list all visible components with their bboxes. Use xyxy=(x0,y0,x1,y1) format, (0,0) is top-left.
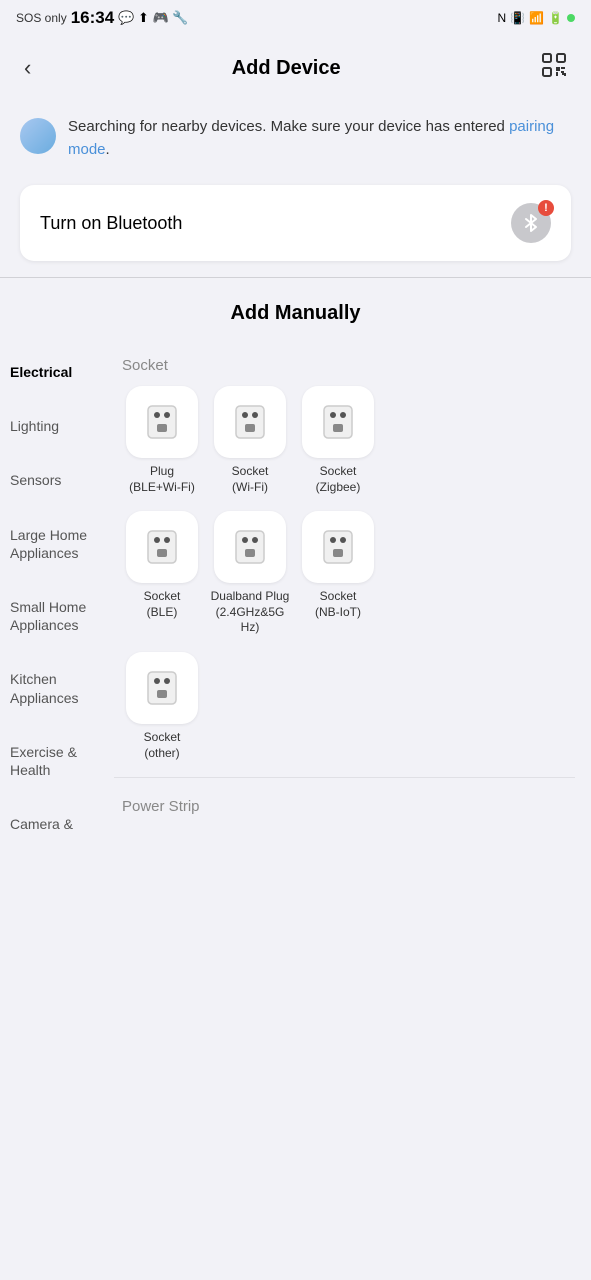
device-socket-ble[interactable]: Socket(BLE) xyxy=(122,511,202,636)
page-title: Add Device xyxy=(232,57,341,80)
socket-nb-iot-icon xyxy=(302,511,374,583)
socket-ble-label: Socket(BLE) xyxy=(144,589,181,620)
status-left: SOS only 16:34 💬 ⬆ 🎮 🔧 xyxy=(16,8,188,28)
device-socket-nb-iot[interactable]: Socket(NB-IoT) xyxy=(298,511,378,636)
socket-row-3: Socket(other) xyxy=(114,648,583,773)
socket-row-2: Socket(BLE) Dualband Plug(2.4GHz&5G Hz) xyxy=(114,507,583,648)
sidebar-item-electrical[interactable]: Electrical xyxy=(0,345,110,399)
socket-wifi-label: Socket(Wi-Fi) xyxy=(232,464,269,495)
nfc-icon: N xyxy=(497,11,506,25)
wifi-icon: 📶 xyxy=(529,11,544,25)
back-button[interactable]: ‹ xyxy=(20,51,35,85)
socket-ble-icon xyxy=(126,511,198,583)
plug-ble-wifi-icon xyxy=(126,386,198,458)
device-socket-wifi[interactable]: Socket(Wi-Fi) xyxy=(210,386,290,495)
header: ‹ Add Device xyxy=(0,36,591,100)
section-label-power-strip: Power Strip xyxy=(114,782,583,823)
sidebar-item-kitchen[interactable]: Kitchen Appliances xyxy=(0,652,110,724)
device-dualband-plug[interactable]: Dualband Plug(2.4GHz&5G Hz) xyxy=(210,511,290,636)
sidebar-item-sensors[interactable]: Sensors xyxy=(0,453,110,507)
device-socket-other[interactable]: Socket(other) xyxy=(122,652,202,761)
sidebar-item-exercise[interactable]: Exercise & Health xyxy=(0,725,110,797)
socket-nb-iot-label: Socket(NB-IoT) xyxy=(315,589,361,620)
device-socket-zigbee[interactable]: Socket(Zigbee) xyxy=(298,386,378,495)
search-spinner xyxy=(20,118,56,154)
battery-icon: 🔋 xyxy=(548,11,563,25)
search-text: Searching for nearby devices. Make sure … xyxy=(68,116,571,161)
socket-zigbee-icon xyxy=(302,386,374,458)
dualband-plug-label: Dualband Plug(2.4GHz&5G Hz) xyxy=(210,589,290,636)
section-label-socket: Socket xyxy=(114,345,583,382)
sidebar-item-lighting[interactable]: Lighting xyxy=(0,399,110,453)
plug-ble-wifi-label: Plug(BLE+Wi-Fi) xyxy=(129,464,195,495)
bluetooth-alert-badge: ! xyxy=(538,200,554,216)
socket-other-label: Socket(other) xyxy=(144,730,181,761)
sidebar-item-large-home[interactable]: Large Home Appliances xyxy=(0,508,110,580)
sidebar-item-camera[interactable]: Camera & xyxy=(0,797,110,851)
status-right: N 📳 📶 🔋 xyxy=(497,11,575,25)
vibrate-icon: 📳 xyxy=(510,11,525,25)
add-manually-title: Add Manually xyxy=(0,278,591,345)
bluetooth-label: Turn on Bluetooth xyxy=(40,213,182,234)
signal-dot xyxy=(567,14,575,22)
section-divider-power xyxy=(114,777,575,778)
search-notice: Searching for nearby devices. Make sure … xyxy=(0,100,591,177)
content-area: Electrical Lighting Sensors Large Home A… xyxy=(0,345,591,851)
sos-text: SOS only xyxy=(16,11,67,25)
status-bar: SOS only 16:34 💬 ⬆ 🎮 🔧 N 📳 📶 🔋 xyxy=(0,0,591,36)
sidebar-item-small-home[interactable]: Small Home Appliances xyxy=(0,580,110,652)
scan-button[interactable] xyxy=(537,48,571,88)
socket-other-icon xyxy=(126,652,198,724)
device-area: Socket Plug(BLE+Wi-Fi) xyxy=(110,345,591,851)
bluetooth-icon-wrap: ! xyxy=(511,203,551,243)
dualband-plug-icon xyxy=(214,511,286,583)
scan-icon xyxy=(541,52,567,78)
socket-row-1: Plug(BLE+Wi-Fi) Socket(Wi-Fi) xyxy=(114,382,583,507)
sidebar: Electrical Lighting Sensors Large Home A… xyxy=(0,345,110,851)
status-app-icons: 💬 ⬆ 🎮 🔧 xyxy=(118,10,188,26)
socket-zigbee-label: Socket(Zigbee) xyxy=(316,464,361,495)
device-plug-ble-wifi[interactable]: Plug(BLE+Wi-Fi) xyxy=(122,386,202,495)
bluetooth-card[interactable]: Turn on Bluetooth ! xyxy=(20,185,571,261)
clock: 16:34 xyxy=(71,8,114,28)
socket-wifi-icon xyxy=(214,386,286,458)
